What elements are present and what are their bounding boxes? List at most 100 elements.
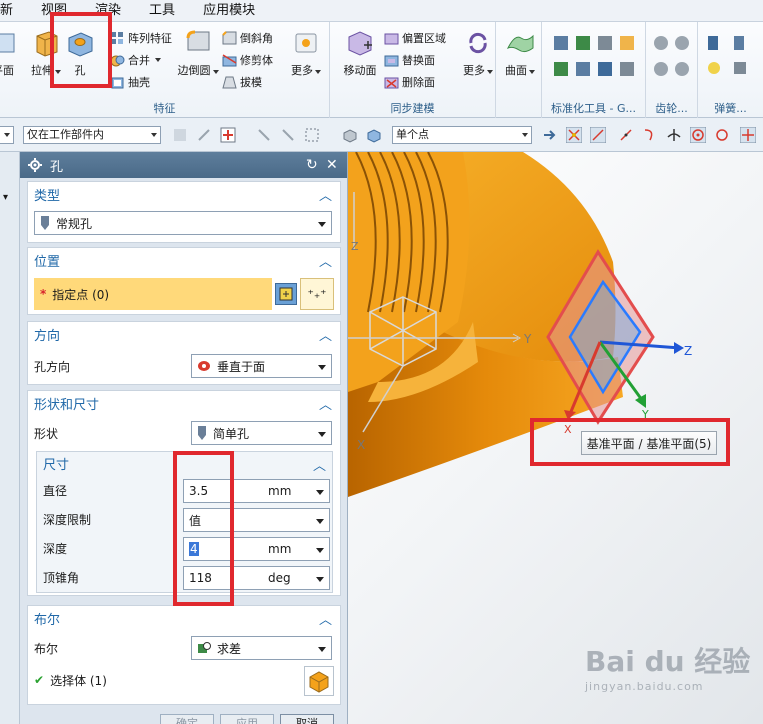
tooltip-highlight	[530, 418, 730, 466]
boolean-section-header[interactable]: 布尔 ︿	[28, 606, 340, 630]
snap-existing-point-icon[interactable]	[740, 127, 756, 143]
snap-center-icon[interactable]	[690, 127, 706, 143]
combine-icon	[110, 55, 125, 66]
arrow-right-icon[interactable]	[542, 127, 558, 143]
triad-z-label: Z	[684, 344, 692, 358]
depth-label: 深度	[43, 541, 68, 556]
snap-endpoint-icon[interactable]	[566, 127, 582, 143]
pick-icon[interactable]	[256, 127, 272, 143]
snap-line-icon[interactable]	[590, 127, 606, 143]
draft-label: 拔模	[240, 76, 262, 89]
collapse-icon[interactable]: ︿	[319, 609, 332, 628]
offset-region-button[interactable]: 偏置区域	[384, 28, 446, 48]
ribbon-group-sync: 移动面 偏置区域 替换面 删除面 更多 同步建模	[330, 22, 496, 118]
menu-item-tools[interactable]: 工具	[135, 0, 189, 22]
close-icon[interactable]: ✕	[326, 157, 338, 173]
reset-icon[interactable]: ↻	[306, 157, 318, 173]
hole-dialog: 孔 ↻ ✕ 类型 ︿ 常规孔 位置 ︿ * 指定点 (0) ⁺₊⁺ 方向 ︿ 孔方向 …	[20, 152, 348, 724]
resource-bar-caret-icon[interactable]: ▾	[3, 192, 8, 203]
combine-label: 合并	[128, 54, 150, 67]
form-section-header[interactable]: 形状和尺寸 ︿	[28, 391, 340, 415]
rect-select-icon[interactable]	[304, 127, 320, 143]
cancel-button[interactable]: 取消	[280, 714, 334, 724]
ok-button[interactable]: 确定	[160, 714, 214, 724]
point-filter-dropdown[interactable]: 单个点	[392, 126, 532, 144]
delete-face-button[interactable]: 删除面	[384, 72, 435, 92]
trim-body-label: 修剪体	[240, 54, 273, 67]
direction-section-header[interactable]: 方向 ︿	[28, 322, 340, 346]
check-icon: ✔	[34, 673, 45, 687]
diameter-unit: mm	[268, 484, 292, 498]
scope-filter-value: 仅在工作部件内	[27, 128, 104, 141]
shell-icon	[111, 77, 124, 88]
csys-z-label: Z	[351, 240, 359, 253]
menu-item-new[interactable]: 新	[0, 0, 27, 22]
type-section-header[interactable]: 类型 ︿	[28, 182, 340, 206]
surface-label: 曲面	[505, 64, 527, 77]
select-all-icon[interactable]	[196, 127, 212, 143]
hole-type-icon	[41, 216, 49, 230]
features-group-label: 特征	[153, 102, 176, 115]
snap-quadrant-icon[interactable]	[714, 127, 730, 143]
snap-midpoint-icon[interactable]	[618, 127, 634, 143]
shape-select[interactable]: 简单孔	[191, 421, 332, 445]
direction-section-title: 方向	[34, 328, 61, 344]
move-face-button[interactable]: 移动面	[338, 26, 382, 86]
watermark-main: Bai du 经验	[585, 645, 751, 678]
chamfer-button[interactable]: 倒斜角	[222, 28, 273, 48]
sketch-icon	[279, 287, 293, 301]
subtract-icon	[198, 642, 211, 653]
pattern-feature-button[interactable]: 阵列特征	[110, 28, 172, 48]
boolean-select[interactable]: 求差	[191, 636, 332, 660]
collapse-icon[interactable]: ︿	[319, 251, 332, 270]
position-section-header[interactable]: 位置 ︿	[28, 248, 340, 272]
surface-button[interactable]: 曲面	[498, 26, 542, 86]
datum-plane-button[interactable]: 平面	[0, 26, 20, 86]
snap-curve-icon[interactable]	[642, 127, 658, 143]
menu-bar: 新 视图 渲染 工具 应用模块	[0, 0, 763, 22]
snap-intersection-icon[interactable]	[666, 127, 682, 143]
specify-point-field[interactable]: * 指定点 (0)	[34, 278, 272, 310]
select-body-row[interactable]: ✔ 选择体 (1)	[34, 668, 107, 692]
filter-icon[interactable]	[172, 127, 188, 143]
trim-body-button[interactable]: 修剪体	[222, 50, 273, 70]
menu-item-application[interactable]: 应用模块	[189, 0, 269, 22]
type-filter-dropdown[interactable]	[0, 126, 14, 144]
hole-direction-select[interactable]: 垂直于面	[191, 354, 332, 378]
point-dialog-button[interactable]: ⁺₊⁺	[300, 278, 334, 310]
apply-button[interactable]: 应用	[220, 714, 274, 724]
deselect-icon[interactable]	[280, 127, 296, 143]
ribbon: 平面 拉伸 孔 阵列特征 合并 抽壳	[0, 12, 763, 118]
shell-label: 抽壳	[128, 76, 150, 89]
dimension-values-highlight	[173, 451, 234, 606]
replace-face-label: 替换面	[402, 54, 435, 67]
select-body-button[interactable]	[304, 666, 334, 696]
hole-type-select[interactable]: 常规孔	[34, 211, 332, 235]
hole-direction-label: 孔方向	[34, 359, 71, 374]
sync-more-button[interactable]: 更多	[456, 26, 500, 86]
features-more-button[interactable]: 更多	[284, 26, 328, 86]
draft-button[interactable]: 拔模	[222, 72, 262, 92]
pattern-feature-label: 阵列特征	[128, 32, 172, 45]
scope-filter-dropdown[interactable]: 仅在工作部件内	[23, 126, 161, 144]
surface-icon	[506, 34, 534, 53]
solid-filter-icon[interactable]	[366, 127, 382, 143]
collapse-icon[interactable]: ︿	[319, 394, 332, 413]
resource-bar: ▾	[0, 152, 20, 724]
collapse-icon[interactable]: ︿	[319, 185, 332, 204]
collapse-icon[interactable]: ︿	[313, 455, 326, 474]
shell-button[interactable]: 抽壳	[110, 72, 150, 92]
collapse-icon[interactable]: ︿	[319, 325, 332, 344]
snap-point-icon[interactable]	[220, 127, 236, 143]
ribbon-group-spring: 弹簧...	[698, 22, 763, 118]
replace-face-icon	[384, 55, 399, 66]
ribbon-group-gear: 齿轮...	[646, 22, 698, 118]
offset-region-icon	[384, 33, 399, 44]
sketch-section-button[interactable]	[275, 283, 297, 305]
combine-button[interactable]: 合并	[110, 50, 161, 70]
boolean-value: 求差	[217, 641, 242, 656]
body-filter-icon[interactable]	[342, 127, 358, 143]
edge-blend-icon	[186, 30, 210, 51]
replace-face-button[interactable]: 替换面	[384, 50, 435, 70]
edge-blend-button[interactable]: 边倒圆	[176, 26, 220, 86]
